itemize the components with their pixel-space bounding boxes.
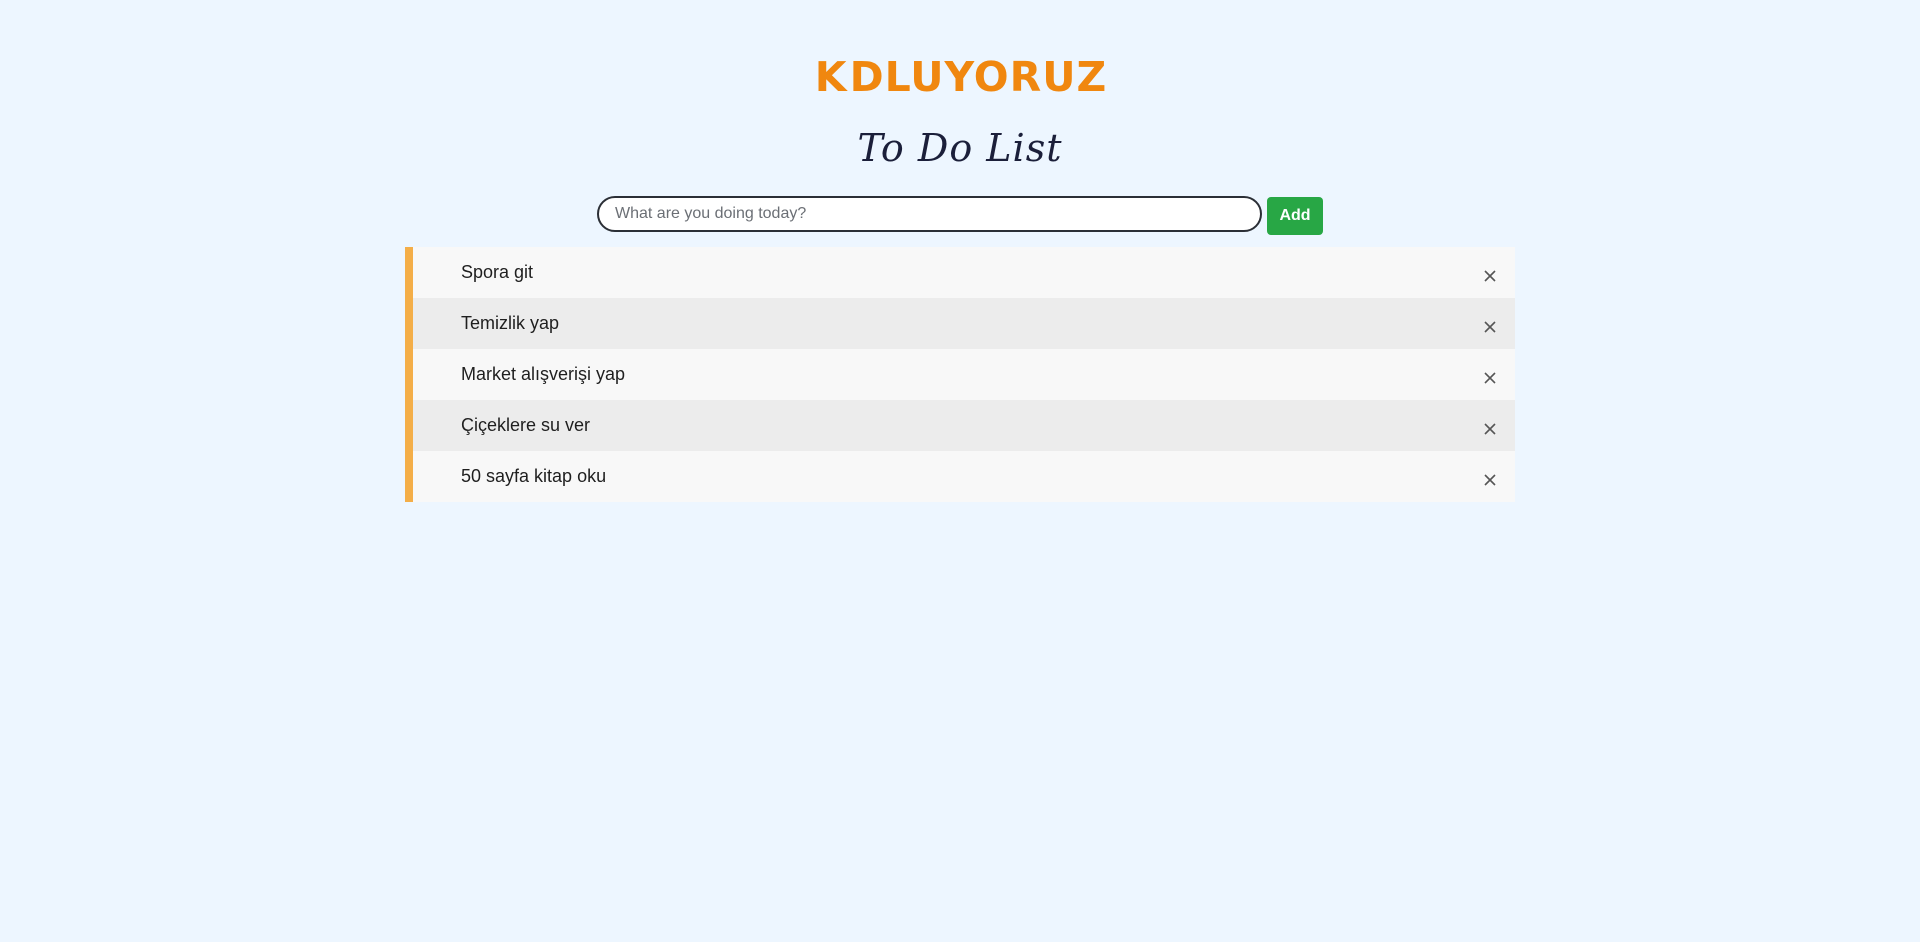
todo-text: 50 sayfa kitap oku xyxy=(461,466,607,486)
todo-list: Spora git Temizlik yap Market alışverişi… xyxy=(405,247,1515,502)
add-button[interactable]: Add xyxy=(1267,197,1323,235)
todo-text: Spora git xyxy=(461,262,534,282)
page-title: To Do List xyxy=(857,126,1063,170)
add-task-form: Add xyxy=(597,196,1323,236)
task-input[interactable] xyxy=(597,196,1262,232)
todo-text: Market alışverişi yap xyxy=(461,364,626,384)
kodluyoruz-logo: K DLUYORUZ xyxy=(815,56,1106,98)
todo-item[interactable]: Market alışverişi yap xyxy=(413,349,1515,400)
todo-item[interactable]: 50 sayfa kitap oku xyxy=(413,451,1515,502)
close-icon[interactable] xyxy=(1479,316,1501,338)
logo-text-start: K xyxy=(814,53,848,101)
close-icon[interactable] xyxy=(1479,418,1501,440)
logo-text-end: DLUYORUZ xyxy=(849,53,1108,101)
todo-text: Çiçeklere su ver xyxy=(461,415,591,435)
page: K DLUYORUZ To Do List Add Spora git Temi… xyxy=(0,0,1920,942)
todo-item[interactable]: Spora git xyxy=(413,247,1515,298)
todo-text: Temizlik yap xyxy=(461,313,560,333)
todo-item[interactable]: Temizlik yap xyxy=(413,298,1515,349)
close-icon[interactable] xyxy=(1479,367,1501,389)
close-icon[interactable] xyxy=(1479,265,1501,287)
close-icon[interactable] xyxy=(1479,469,1501,491)
todo-item[interactable]: Çiçeklere su ver xyxy=(413,400,1515,451)
